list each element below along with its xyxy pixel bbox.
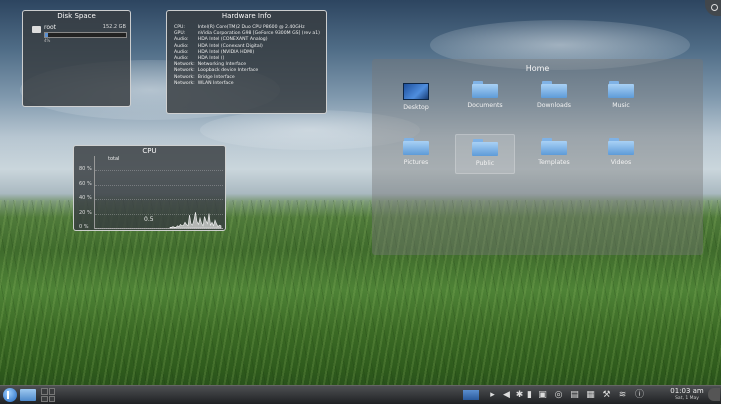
updates-icon[interactable]: ◎ bbox=[553, 390, 564, 401]
desktop-folder-icon bbox=[403, 83, 429, 100]
folder-icon bbox=[472, 139, 498, 156]
folder-label: Downloads bbox=[537, 102, 571, 109]
taskbar-panel: ▸ ◀ ✱ ▮ ▣ ◎ ▤ ▦ ⚒ ≋ ⓘ 01:03 am Sat, 1 May bbox=[0, 385, 721, 404]
panel-toolbox-icon[interactable] bbox=[708, 388, 720, 401]
folder-item-desktop[interactable]: Desktop bbox=[386, 77, 446, 117]
folder-item-downloads[interactable]: Downloads bbox=[524, 77, 584, 117]
pager-desktop[interactable] bbox=[48, 395, 55, 402]
folder-icon bbox=[403, 138, 429, 155]
arrow-icon[interactable]: ▸ bbox=[487, 390, 498, 401]
folder-icon bbox=[541, 81, 567, 98]
folder-icon bbox=[608, 81, 634, 98]
widget-title: Hardware Info bbox=[221, 12, 272, 20]
hardware-row: Network: WLAN Interface bbox=[174, 81, 323, 87]
wifi-icon[interactable]: ≋ bbox=[617, 390, 628, 401]
folder-icon bbox=[472, 81, 498, 98]
cpu-current-value: 0.5 bbox=[144, 216, 154, 223]
hardware-info-widget[interactable]: Hardware Info CPU: Intel(R) Core(TM)2 Duo… bbox=[166, 10, 327, 114]
folder-item-music[interactable]: Music bbox=[591, 77, 651, 117]
clock-date: Sat, 1 May bbox=[675, 396, 699, 401]
folder-icon bbox=[541, 138, 567, 155]
application-launcher-icon[interactable] bbox=[3, 388, 17, 402]
widget-title: Disk Space bbox=[57, 12, 96, 20]
disk-usage-percent: 4% bbox=[44, 38, 51, 43]
virtual-desktop-pager[interactable] bbox=[41, 388, 55, 402]
show-desktop-icon[interactable] bbox=[463, 390, 479, 400]
disk-space-widget[interactable]: Disk Space root 152.2 GB 4% bbox=[22, 10, 131, 107]
home-folder-view[interactable]: Home Desktop Documents Downloads Music Pictu… bbox=[372, 59, 703, 255]
pager-desktop[interactable] bbox=[41, 388, 48, 395]
pager-desktop[interactable] bbox=[41, 395, 48, 402]
folder-label: Pictures bbox=[403, 159, 429, 166]
disk-usage-fill bbox=[45, 33, 49, 37]
hardware-value: WLAN Interface bbox=[197, 80, 234, 86]
printer-icon[interactable]: ▤ bbox=[569, 390, 580, 401]
folder-icon[interactable] bbox=[20, 389, 36, 401]
folder-icon bbox=[608, 138, 634, 155]
hardware-key: Network: bbox=[174, 74, 195, 80]
battery-icon[interactable]: ▮ bbox=[524, 390, 535, 401]
desktop-background: Disk Space root 152.2 GB 4% Hardware Inf… bbox=[0, 0, 721, 403]
folder-item-templates[interactable]: Templates bbox=[524, 134, 584, 174]
hardware-key: Network: bbox=[174, 68, 195, 74]
hardware-key: Network: bbox=[174, 80, 195, 86]
clipboard-icon[interactable]: ▦ bbox=[585, 390, 596, 401]
folder-item-videos[interactable]: Videos bbox=[591, 134, 651, 174]
cpu-load-area bbox=[169, 212, 222, 229]
folder-item-pictures[interactable]: Pictures bbox=[386, 134, 446, 174]
desktop-toolbox-icon[interactable] bbox=[705, 0, 721, 16]
clock-time: 01:03 am bbox=[670, 387, 704, 395]
cpu-monitor-widget[interactable]: CPU total 80 % 60 % 40 % 20 % 0 % 0.5 bbox=[73, 145, 226, 231]
volume-icon[interactable]: ◀ bbox=[501, 390, 512, 401]
digital-clock[interactable]: 01:03 am Sat, 1 May bbox=[667, 387, 707, 402]
folder-label: Public bbox=[475, 160, 495, 167]
folder-label: Videos bbox=[610, 159, 632, 166]
folder-label: Documents bbox=[467, 102, 503, 109]
folder-item-public[interactable]: Public bbox=[455, 134, 515, 174]
device-notifier-icon[interactable]: ⚒ bbox=[601, 390, 612, 401]
folder-label: Music bbox=[612, 102, 630, 109]
folder-view-title: Home bbox=[525, 64, 550, 73]
pager-desktop[interactable] bbox=[48, 388, 55, 395]
network-icon[interactable]: ▣ bbox=[537, 390, 548, 401]
drive-name: root bbox=[44, 24, 57, 31]
info-icon[interactable]: ⓘ bbox=[634, 390, 645, 401]
hardware-table: CPU: Intel(R) Core(TM)2 Duo CPU P8600 @ 2… bbox=[174, 25, 323, 87]
hard-drive-icon bbox=[32, 26, 41, 33]
drive-size: 152.2 GB bbox=[102, 24, 126, 30]
disk-usage-bar bbox=[44, 32, 127, 38]
folder-label: Desktop bbox=[403, 104, 429, 111]
folder-item-documents[interactable]: Documents bbox=[455, 77, 515, 117]
folder-label: Templates bbox=[538, 159, 570, 166]
